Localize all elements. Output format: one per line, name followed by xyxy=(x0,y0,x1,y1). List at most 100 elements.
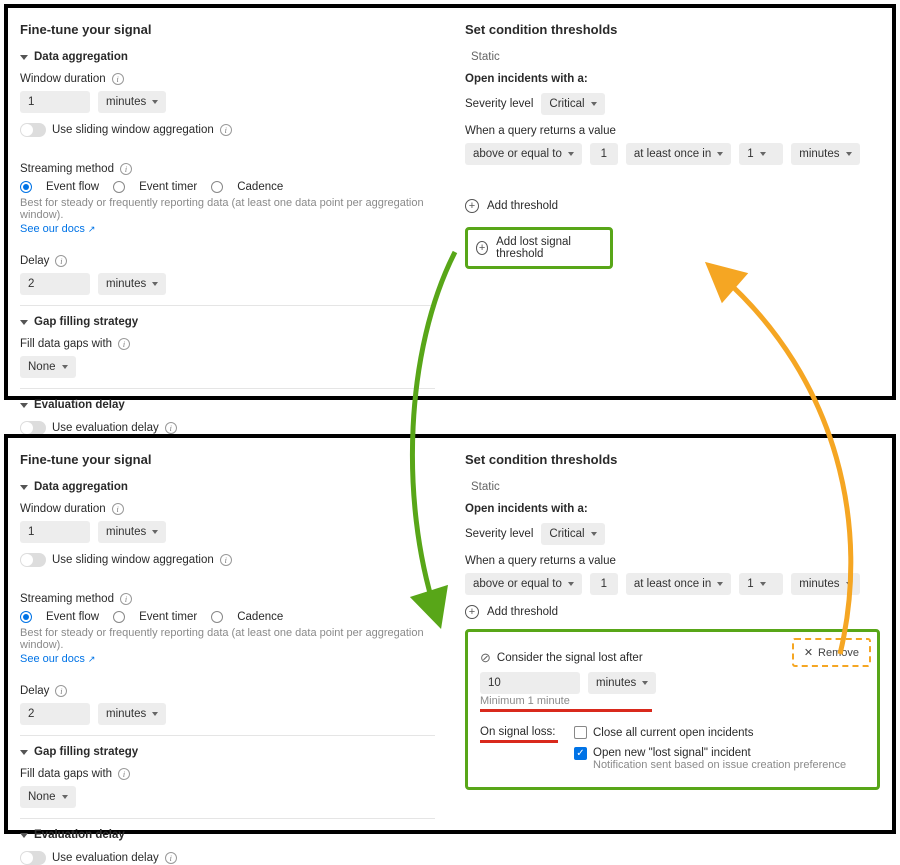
operator-select[interactable]: above or equal to xyxy=(465,573,582,595)
window-duration-input[interactable]: 1 xyxy=(20,91,90,113)
radio-event-flow[interactable] xyxy=(20,611,32,623)
info-icon[interactable]: i xyxy=(55,685,67,697)
lost-signal-unit-select[interactable]: minutes xyxy=(588,672,656,694)
radio-event-timer[interactable] xyxy=(113,181,125,193)
info-icon[interactable]: i xyxy=(112,503,124,515)
info-icon[interactable]: i xyxy=(220,554,232,566)
caret-down-icon xyxy=(717,582,723,586)
frequency-unit-select[interactable]: minutes xyxy=(791,573,859,595)
streaming-hint: Best for steady or frequently reporting … xyxy=(20,627,435,651)
severity-select[interactable]: Critical xyxy=(541,93,604,115)
right-title: Set condition thresholds xyxy=(465,452,880,467)
info-icon[interactable]: i xyxy=(165,422,177,434)
info-icon[interactable]: i xyxy=(165,852,177,864)
delay-unit-select[interactable]: minutes xyxy=(98,273,166,295)
caret-down-icon xyxy=(568,582,574,586)
sliding-window-toggle[interactable] xyxy=(20,553,46,567)
signal-lost-icon: ⊘ xyxy=(480,650,491,666)
section-evaluation-delay[interactable]: Evaluation delay xyxy=(20,829,435,841)
operator-value-input[interactable]: 1 xyxy=(590,573,618,595)
frequency-select[interactable]: at least once in xyxy=(626,143,731,165)
frequency-select[interactable]: at least once in xyxy=(626,573,731,595)
section-data-aggregation[interactable]: Data aggregation xyxy=(20,51,435,63)
operator-select[interactable]: above or equal to xyxy=(465,143,582,165)
caret-down-icon xyxy=(846,582,852,586)
static-label: Static xyxy=(471,51,880,63)
close-incidents-checkbox[interactable] xyxy=(574,726,587,739)
delay-label: Delay i xyxy=(20,255,435,267)
close-icon: ✕ xyxy=(804,646,813,659)
evaluation-delay-toggle[interactable] xyxy=(20,421,46,435)
delay-unit-select[interactable]: minutes xyxy=(98,703,166,725)
streaming-method-label: Streaming method i xyxy=(20,593,435,605)
radio-cadence[interactable] xyxy=(211,181,223,193)
chevron-down-icon xyxy=(20,320,28,325)
window-duration-input[interactable]: 1 xyxy=(20,521,90,543)
divider xyxy=(20,735,435,736)
open-incidents-label: Open incidents with a: xyxy=(465,503,880,515)
lost-signal-value-input[interactable]: 10 xyxy=(480,672,580,694)
see-docs-link[interactable]: See our docs↗ xyxy=(20,653,95,665)
caret-down-icon xyxy=(568,152,574,156)
section-evaluation-delay[interactable]: Evaluation delay xyxy=(20,399,435,411)
window-duration-unit-select[interactable]: minutes xyxy=(98,521,166,543)
radio-event-flow[interactable] xyxy=(20,181,32,193)
gap-fill-select[interactable]: None xyxy=(20,356,76,378)
info-icon[interactable]: i xyxy=(120,593,132,605)
section-data-aggregation[interactable]: Data aggregation xyxy=(20,481,435,493)
frequency-value-select[interactable]: 1 xyxy=(739,573,783,595)
severity-label: Severity level xyxy=(465,528,533,540)
info-icon[interactable]: i xyxy=(120,163,132,175)
see-docs-link[interactable]: See our docs↗ xyxy=(20,223,95,235)
plus-icon: + xyxy=(465,605,479,619)
open-new-incident-checkbox[interactable]: ✓ xyxy=(574,747,587,760)
severity-select[interactable]: Critical xyxy=(541,523,604,545)
section-gap-filling[interactable]: Gap filling strategy xyxy=(20,746,435,758)
divider xyxy=(20,388,435,389)
info-icon[interactable]: i xyxy=(220,124,232,136)
lost-signal-min-hint: Minimum 1 minute xyxy=(480,695,652,707)
info-icon[interactable]: i xyxy=(118,338,130,350)
caret-down-icon xyxy=(760,582,766,586)
window-duration-label: Window duration i xyxy=(20,503,435,515)
caret-down-icon xyxy=(642,681,648,685)
close-incidents-label: Close all current open incidents xyxy=(593,727,753,739)
sliding-window-label: Use sliding window aggregation xyxy=(52,554,214,566)
delay-input[interactable]: 2 xyxy=(20,273,90,295)
on-signal-loss-label: On signal loss: xyxy=(480,726,555,738)
open-incidents-label: Open incidents with a: xyxy=(465,73,880,85)
left-title: Fine-tune your signal xyxy=(20,22,435,37)
red-underline-annotation xyxy=(480,709,652,712)
gap-fill-select[interactable]: None xyxy=(20,786,76,808)
window-duration-unit-select[interactable]: minutes xyxy=(98,91,166,113)
frequency-value-select[interactable]: 1 xyxy=(739,143,783,165)
right-title: Set condition thresholds xyxy=(465,22,880,37)
info-icon[interactable]: i xyxy=(118,768,130,780)
remove-button[interactable]: ✕ Remove xyxy=(796,642,867,663)
info-icon[interactable]: i xyxy=(55,255,67,267)
sliding-window-toggle[interactable] xyxy=(20,123,46,137)
caret-down-icon xyxy=(152,100,158,104)
caret-down-icon xyxy=(62,795,68,799)
radio-cadence[interactable] xyxy=(211,611,223,623)
frequency-unit-select[interactable]: minutes xyxy=(791,143,859,165)
add-lost-signal-threshold-button[interactable]: + Add lost signal threshold xyxy=(465,227,613,269)
plus-icon: + xyxy=(465,199,479,213)
evaluation-delay-toggle[interactable] xyxy=(20,851,46,865)
caret-down-icon xyxy=(591,532,597,536)
caret-down-icon xyxy=(846,152,852,156)
delay-input[interactable]: 2 xyxy=(20,703,90,725)
chevron-down-icon xyxy=(20,833,28,838)
open-new-incident-hint: Notification sent based on issue creatio… xyxy=(593,759,846,771)
delay-label: Delay i xyxy=(20,685,435,697)
add-threshold-button[interactable]: + Add threshold xyxy=(465,605,880,619)
remove-highlight: ✕ Remove xyxy=(792,638,871,667)
chevron-down-icon xyxy=(20,750,28,755)
radio-event-timer[interactable] xyxy=(113,611,125,623)
caret-down-icon xyxy=(591,102,597,106)
section-gap-filling[interactable]: Gap filling strategy xyxy=(20,316,435,328)
info-icon[interactable]: i xyxy=(112,73,124,85)
operator-value-input[interactable]: 1 xyxy=(590,143,618,165)
divider xyxy=(20,305,435,306)
add-threshold-button[interactable]: + Add threshold xyxy=(465,199,880,213)
